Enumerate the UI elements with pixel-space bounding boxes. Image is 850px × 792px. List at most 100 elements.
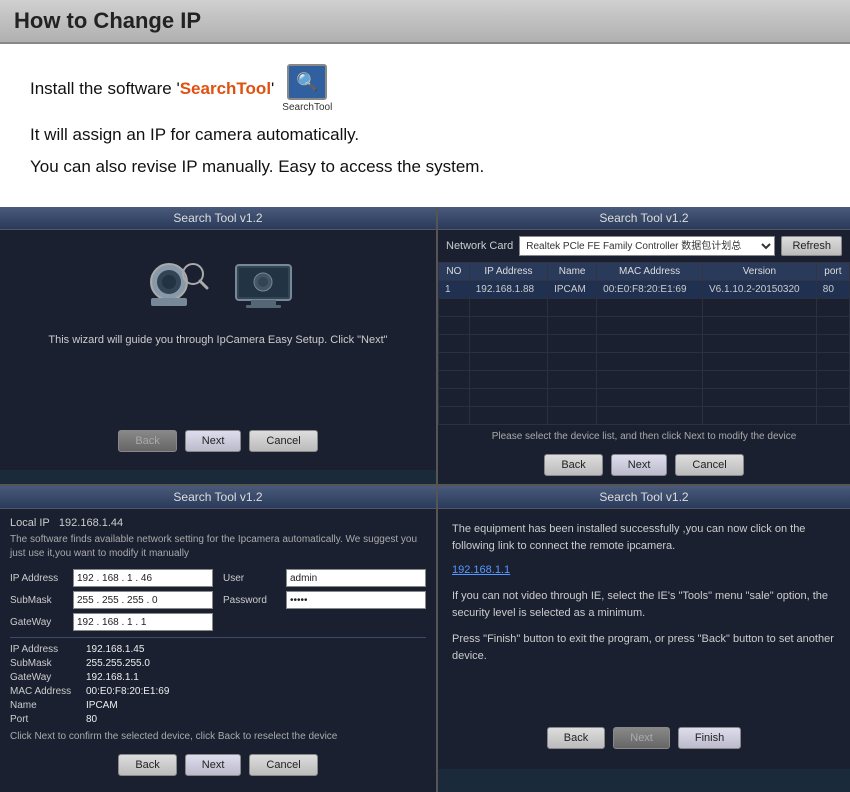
cell-empty [439, 353, 470, 371]
finish-note: Press "Finish" button to exit the progra… [452, 631, 836, 664]
password-input[interactable] [286, 591, 426, 609]
panel2-next-button[interactable]: Next [611, 454, 668, 476]
local-ip-row: Local IP 192.168.1.44 [10, 517, 426, 529]
cell-empty [548, 299, 597, 317]
cell-empty [469, 335, 547, 353]
panel1-back-button[interactable]: Back [118, 430, 176, 452]
network-card-label: Network Card [446, 240, 513, 252]
cell-name: IPCAM [548, 281, 597, 299]
panel4-finish-button[interactable]: Finish [678, 727, 741, 749]
col-mac: MAC Address [597, 263, 703, 281]
ip-label: IP Address [10, 573, 70, 584]
cell-empty [816, 371, 849, 389]
panel1-next-button[interactable]: Next [185, 430, 242, 452]
col-name: Name [548, 263, 597, 281]
panel2-body: Network Card Realtek PCle FE Family Cont… [438, 230, 850, 484]
cell-empty [702, 371, 816, 389]
panel1-cancel-button[interactable]: Cancel [249, 430, 317, 452]
local-ip-label: Local IP [10, 517, 50, 529]
cell-empty [816, 353, 849, 371]
cell-empty [702, 299, 816, 317]
ip-address-input[interactable] [73, 569, 213, 587]
name-label: Name [10, 700, 80, 711]
col-version: Version [702, 263, 816, 281]
table-row-empty [439, 407, 850, 425]
submask-label: SubMask [10, 595, 70, 606]
table-row[interactable]: 1192.168.1.88IPCAM00:E0:F8:20:E1:69V6.1.… [439, 281, 850, 299]
refresh-button[interactable]: Refresh [781, 236, 842, 256]
cell-empty [548, 371, 597, 389]
cell-empty [469, 389, 547, 407]
intro-line3: You can also revise IP manually. Easy to… [30, 157, 820, 177]
cell-empty [469, 407, 547, 425]
panel2-back-button[interactable]: Back [544, 454, 602, 476]
panel3-body: Local IP 192.168.1.44 The software finds… [0, 509, 436, 792]
cell-empty [597, 371, 703, 389]
cell-empty [548, 389, 597, 407]
gateway-input[interactable] [73, 613, 213, 631]
panel1-title: Search Tool v1.2 [0, 207, 436, 230]
cell-empty [548, 335, 597, 353]
submask-input[interactable] [73, 591, 213, 609]
cell-ip: 192.168.1.88 [469, 281, 547, 299]
cell-empty [469, 371, 547, 389]
ie-note: If you can not video through IE, select … [452, 588, 836, 621]
panel-ipconfig: Search Tool v1.2 Local IP 192.168.1.44 T… [0, 486, 436, 792]
search-tool-icon-label: SearchTool [282, 102, 332, 113]
cell-empty [469, 299, 547, 317]
scan-header: Network Card Realtek PCle FE Family Cont… [438, 230, 850, 262]
page-header: How to Change IP [0, 0, 850, 44]
cell-empty [597, 335, 703, 353]
panel4-back-button[interactable]: Back [547, 727, 605, 749]
col-ip: IP Address [469, 263, 547, 281]
cell-no: 1 [439, 281, 470, 299]
cell-empty [439, 299, 470, 317]
panel3-next-button[interactable]: Next [185, 754, 242, 776]
search-tool-badge: 🔍 SearchTool [282, 64, 332, 113]
mac-value: 00:E0:F8:20:E1:69 [86, 686, 426, 697]
cell-empty [816, 389, 849, 407]
gateway-group: GateWay [10, 613, 213, 631]
gateway-label: GateWay [10, 617, 70, 628]
wizard-icons [141, 260, 296, 315]
confirm-text: Click Next to confirm the selected devic… [10, 731, 426, 742]
panel-scan: Search Tool v1.2 Network Card Realtek PC… [438, 207, 850, 484]
ip-form-top: IP Address User SubMask Password GateWay [10, 569, 426, 631]
cell-empty [816, 335, 849, 353]
panel3-cancel-button[interactable]: Cancel [249, 754, 317, 776]
panel-wizard: Search Tool v1.2 [0, 207, 436, 484]
panels-grid: Search Tool v1.2 [0, 207, 850, 792]
intro-line1: Install the software ' SearchTool ' 🔍 Se… [30, 64, 820, 113]
network-card-select[interactable]: Realtek PCle FE Family Controller 数据包计划总 [519, 236, 775, 256]
camera-icon [141, 260, 211, 315]
cell-empty [439, 371, 470, 389]
panel2-cancel-button[interactable]: Cancel [675, 454, 743, 476]
col-no: NO [439, 263, 470, 281]
cell-empty [702, 317, 816, 335]
panel4-body: The equipment has been installed success… [438, 509, 850, 769]
panel1-buttons: Back Next Cancel [118, 424, 317, 460]
cell-empty [702, 335, 816, 353]
user-input[interactable] [286, 569, 426, 587]
cell-empty [597, 353, 703, 371]
panel4-next-button[interactable]: Next [613, 727, 670, 749]
table-row-empty [439, 353, 850, 371]
cell-empty [439, 407, 470, 425]
ip-divider [10, 637, 426, 638]
cell-empty [816, 317, 849, 335]
cell-empty [816, 299, 849, 317]
success-message: The equipment has been installed success… [452, 521, 836, 554]
ip2-label: IP Address [10, 644, 80, 655]
table-header-row: NO IP Address Name MAC Address Version p… [439, 263, 850, 281]
cell-empty [548, 353, 597, 371]
cell-empty [439, 389, 470, 407]
cell-empty [548, 317, 597, 335]
success-link[interactable]: 192.168.1.1 [452, 564, 836, 576]
table-row-empty [439, 389, 850, 407]
user-group: User [223, 569, 426, 587]
intro-section: Install the software ' SearchTool ' 🔍 Se… [0, 44, 850, 199]
table-row-empty [439, 371, 850, 389]
cell-version: V6.1.10.2-20150320 [702, 281, 816, 299]
panel3-back-button[interactable]: Back [118, 754, 176, 776]
gateway2-label: GateWay [10, 672, 80, 683]
